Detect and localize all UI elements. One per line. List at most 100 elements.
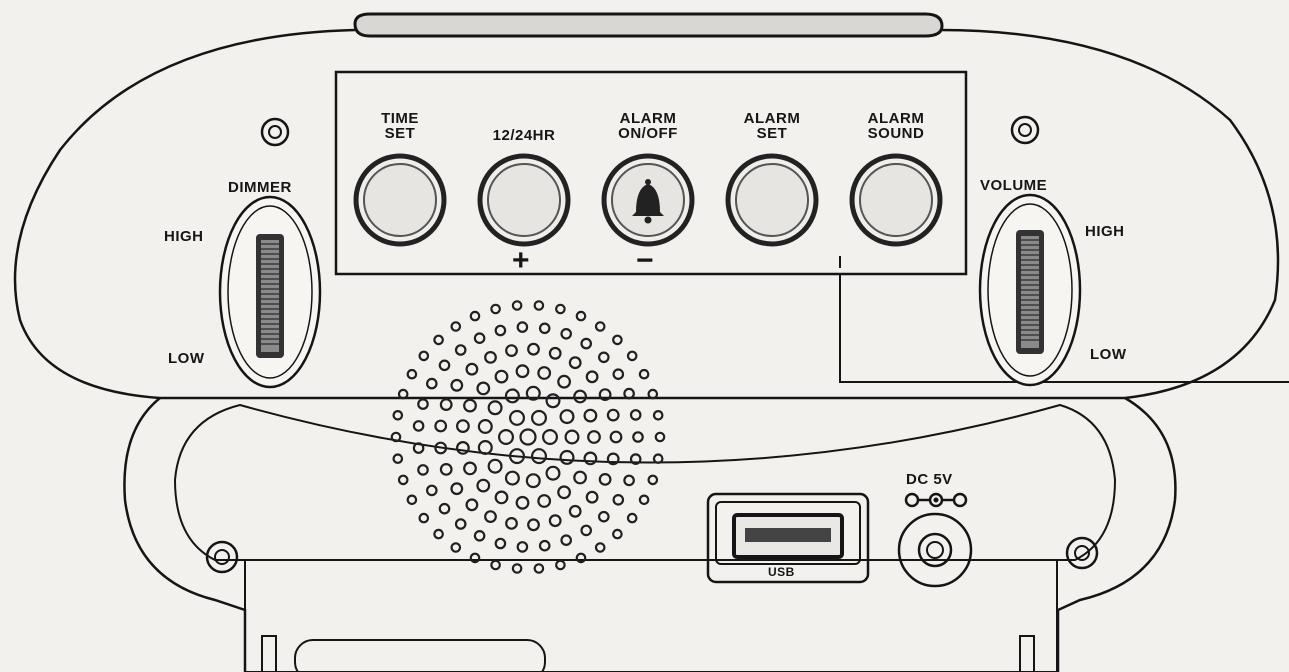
dimmer-title: DIMMER bbox=[228, 179, 292, 196]
speaker-hole bbox=[454, 518, 467, 530]
dimmer-high-label: HIGH bbox=[164, 228, 204, 245]
speaker-hole bbox=[623, 474, 635, 487]
speaker-hole bbox=[504, 388, 520, 404]
speaker-hole bbox=[406, 494, 418, 506]
button-label-alarm-set: ALARM SET bbox=[717, 111, 827, 141]
speaker-hole bbox=[583, 408, 598, 423]
screw-bottom-right bbox=[1065, 536, 1099, 570]
speaker-hole bbox=[638, 494, 650, 506]
speaker-hole bbox=[527, 518, 540, 532]
speaker-hole bbox=[456, 419, 470, 434]
speaker-hole bbox=[487, 458, 503, 474]
dimmer-ridges bbox=[261, 243, 279, 345]
speaker-hole bbox=[537, 366, 552, 380]
speaker-hole bbox=[425, 377, 438, 390]
speaker-hole bbox=[473, 529, 486, 542]
speaker-hole bbox=[545, 465, 561, 481]
speaker-hole bbox=[473, 332, 486, 344]
speaker-hole bbox=[515, 495, 530, 510]
alarm-set-button[interactable] bbox=[725, 153, 819, 247]
volume-high-label: HIGH bbox=[1085, 223, 1125, 240]
speaker-hole bbox=[530, 409, 547, 426]
hour-format-button[interactable] bbox=[477, 153, 571, 247]
time-set-button[interactable] bbox=[353, 153, 447, 247]
speaker-hole bbox=[392, 453, 404, 464]
leader-line bbox=[630, 273, 1289, 383]
speaker-hole bbox=[465, 362, 479, 376]
speaker-grille bbox=[390, 300, 666, 574]
speaker-hole bbox=[417, 398, 429, 410]
speaker-hole bbox=[439, 463, 453, 476]
button-label-line: SET bbox=[756, 125, 788, 142]
button-label-line: ALARM bbox=[867, 110, 925, 127]
speaker-hole bbox=[516, 321, 529, 333]
speaker-hole bbox=[573, 389, 587, 404]
foot-right bbox=[1019, 635, 1035, 672]
speaker-hole bbox=[392, 409, 404, 421]
speaker-hole bbox=[573, 470, 587, 485]
speaker-hole bbox=[476, 478, 491, 493]
diagram-drawing bbox=[13, 12, 1289, 672]
usb-label: USB bbox=[768, 565, 795, 579]
speaker-hole bbox=[575, 310, 587, 322]
speaker-hole bbox=[439, 398, 453, 412]
speaker-hole bbox=[406, 368, 418, 380]
speaker-hole bbox=[594, 321, 606, 332]
speaker-hole bbox=[438, 359, 451, 372]
speaker-hole bbox=[597, 351, 610, 364]
speaker-hole bbox=[433, 528, 444, 540]
speaker-hole bbox=[525, 473, 541, 489]
speaker-hole bbox=[418, 512, 430, 524]
speaker-hole bbox=[490, 303, 501, 315]
speaker-hole bbox=[585, 490, 599, 504]
speaker-hole bbox=[463, 461, 477, 476]
speaker-hole bbox=[559, 409, 575, 425]
speaker-hole bbox=[463, 398, 477, 413]
speaker-hole bbox=[412, 420, 425, 432]
speaker-hole bbox=[465, 498, 479, 512]
speaker-hole bbox=[511, 300, 523, 311]
button-label-line: ON/OFF bbox=[618, 125, 678, 142]
button-label-line: SOUND bbox=[867, 125, 925, 142]
speaker-hole bbox=[476, 381, 491, 396]
speaker-hole bbox=[477, 419, 493, 435]
button-label-time-set: TIME SET bbox=[345, 111, 455, 141]
volume-title: VOLUME bbox=[980, 177, 1048, 194]
screw-top-left bbox=[260, 117, 290, 147]
speaker-hole bbox=[418, 350, 430, 362]
speaker-hole bbox=[626, 512, 638, 524]
speaker-hole bbox=[456, 441, 470, 455]
speaker-hole bbox=[530, 448, 547, 465]
screw-top-right bbox=[1010, 115, 1040, 145]
dimmer-slider[interactable] bbox=[218, 195, 322, 389]
speaker-hole bbox=[505, 517, 518, 530]
speaker-hole bbox=[417, 464, 429, 476]
speaker-hole bbox=[509, 409, 526, 426]
speaker-hole bbox=[559, 449, 575, 465]
dc-power-jack[interactable] bbox=[897, 512, 973, 588]
speaker-hole bbox=[652, 409, 664, 421]
base-plate bbox=[244, 559, 1058, 672]
speaker-hole bbox=[638, 368, 650, 380]
battery-door bbox=[294, 639, 546, 672]
speaker-hole bbox=[612, 528, 623, 540]
speaker-hole bbox=[519, 428, 537, 446]
plus-sign: + bbox=[512, 244, 531, 277]
speaker-hole bbox=[580, 337, 592, 350]
speaker-hole bbox=[450, 321, 462, 332]
speaker-hole bbox=[515, 364, 530, 379]
volume-slider[interactable] bbox=[978, 193, 1082, 387]
volume-ridges bbox=[1021, 239, 1039, 341]
button-label-line: SET bbox=[384, 125, 416, 142]
speaker-hole bbox=[564, 429, 580, 445]
speaker-hole bbox=[560, 327, 572, 340]
speaker-hole bbox=[548, 514, 562, 528]
speaker-hole bbox=[494, 369, 509, 384]
speaker-hole bbox=[560, 534, 572, 546]
speaker-hole bbox=[505, 344, 518, 358]
alarm-on-off-button[interactable] bbox=[601, 153, 695, 247]
alarm-sound-button[interactable] bbox=[849, 153, 943, 247]
speaker-hole bbox=[450, 482, 464, 496]
foot-left bbox=[261, 635, 277, 672]
speaker-hole bbox=[484, 510, 497, 523]
